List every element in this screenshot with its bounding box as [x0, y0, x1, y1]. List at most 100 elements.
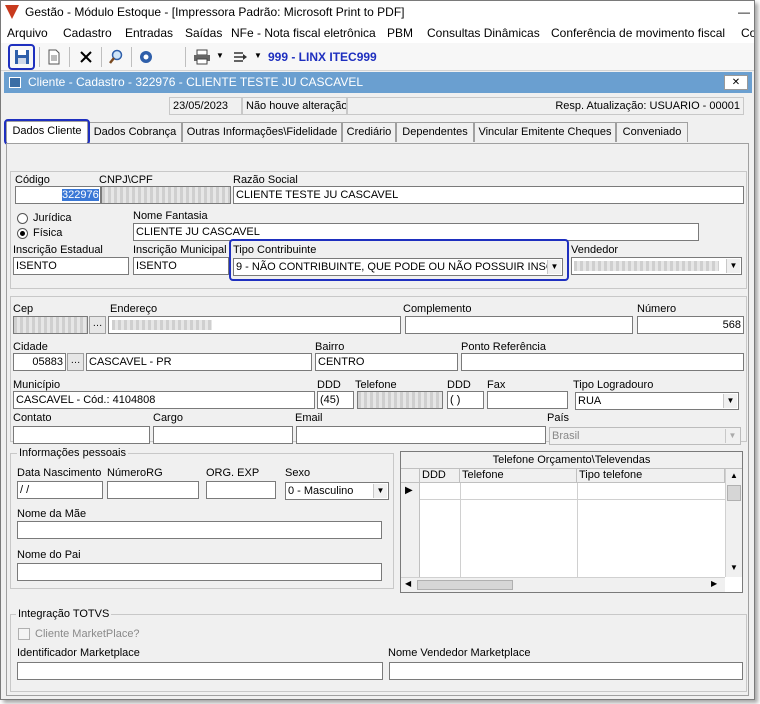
ponto-referencia-field[interactable] [461, 353, 744, 371]
minimize-button[interactable]: — [738, 1, 750, 23]
ddd-field[interactable]: (45) [317, 391, 354, 409]
nascimento-field[interactable]: / / [17, 481, 103, 499]
endereco-label: Endereço [110, 303, 158, 315]
bairro-field[interactable]: CENTRO [315, 353, 458, 371]
im-field[interactable]: ISENTO [133, 257, 229, 275]
nome-vendedor-field[interactable] [389, 662, 743, 680]
chevron-down-icon[interactable]: ▼ [726, 259, 740, 273]
scroll-up-icon[interactable]: ▲ [730, 471, 738, 480]
cep-lookup-button[interactable]: … [89, 316, 106, 334]
chevron-down-icon[interactable]: ▼ [723, 394, 737, 408]
tab-crediario[interactable]: Crediário [342, 122, 396, 142]
codigo-field[interactable]: 322976 [15, 186, 101, 204]
export-button[interactable] [229, 46, 251, 68]
rg-label: NúmeroRG [107, 467, 163, 479]
codigo-value: 322976 [62, 189, 99, 201]
mae-field[interactable] [17, 521, 382, 539]
cargo-field[interactable] [153, 426, 293, 444]
rg-field[interactable] [107, 481, 199, 499]
cnpj-field[interactable] [101, 186, 231, 204]
child-window-titlebar: Cliente - Cadastro - 322976 - CLIENTE TE… [4, 72, 752, 93]
close-icon: ✕ [731, 77, 741, 88]
grid-header-ddd[interactable]: DDD [420, 469, 460, 483]
cep-field[interactable] [13, 316, 88, 334]
print-dropdown-icon[interactable]: ▼ [216, 51, 224, 60]
fax-field[interactable] [487, 391, 568, 409]
fisica-radio[interactable] [17, 228, 28, 239]
tab-dados-cobranca[interactable]: Dados Cobrança [88, 122, 182, 142]
ie-field[interactable]: ISENTO [13, 257, 129, 275]
grid-header-tipo[interactable]: Tipo telefone [577, 469, 725, 483]
printer-icon [194, 49, 210, 65]
search-button[interactable] [105, 46, 127, 68]
gear-icon [140, 51, 152, 63]
tab-strip: Dados Cliente Dados Cobrança Outras Info… [4, 119, 749, 145]
org-exp-label: ORG. EXP [206, 467, 260, 479]
tab-outras-informacoes[interactable]: Outras Informações\Fidelidade [182, 122, 342, 142]
email-field[interactable] [296, 426, 546, 444]
sexo-select[interactable]: 0 - Masculino ▼ [285, 482, 389, 500]
menu-conferencia[interactable]: Conferência de movimento fiscal [551, 23, 725, 43]
menu-entradas[interactable]: Entradas [125, 23, 173, 43]
menu-consultas[interactable]: Consultas Dinâmicas [427, 23, 540, 43]
endereco-field[interactable] [108, 316, 401, 334]
contato-field[interactable] [13, 426, 150, 444]
grid-vertical-scrollbar[interactable]: ▲ ▼ [725, 469, 742, 577]
identificador-label: Identificador Marketplace [17, 647, 140, 659]
grid-horizontal-scrollbar[interactable]: ◀ ▶ [401, 577, 725, 592]
status-change: Não houve alteração [242, 97, 347, 115]
scroll-thumb[interactable] [727, 485, 741, 501]
numero-field[interactable]: 568 [637, 316, 744, 334]
tipo-logradouro-select[interactable]: RUA ▼ [575, 392, 739, 410]
marketplace-checkbox[interactable] [18, 628, 30, 640]
export-dropdown-icon[interactable]: ▼ [254, 51, 262, 60]
menu-nfe[interactable]: NFe - Nota fiscal eletrônica [231, 23, 376, 43]
complemento-label: Complemento [403, 303, 472, 315]
chevron-down-icon[interactable]: ▼ [725, 429, 739, 443]
toolbar-separator [185, 47, 186, 67]
scroll-left-icon[interactable]: ◀ [405, 579, 411, 588]
tab-dependentes[interactable]: Dependentes [396, 122, 474, 142]
cargo-label: Cargo [153, 412, 183, 424]
telefone-grid-title: Telefone Orçamento\Televendas [401, 452, 742, 469]
tab-conveniado[interactable]: Conveniado [616, 122, 688, 142]
vendedor-select[interactable]: ▼ [571, 257, 742, 275]
scroll-right-icon[interactable]: ▶ [711, 579, 717, 588]
menu-arquivo[interactable]: Arquivo [7, 23, 48, 43]
scroll-down-icon[interactable]: ▼ [730, 563, 738, 572]
menu-more[interactable]: Co [741, 23, 754, 43]
cidade-code-field[interactable]: 05883 [13, 353, 66, 371]
org-exp-field[interactable] [206, 481, 276, 499]
cep-label: Cep [13, 303, 34, 315]
complemento-field[interactable] [405, 316, 633, 334]
identificador-field[interactable] [17, 662, 383, 680]
hscroll-thumb[interactable] [417, 580, 513, 590]
row-indicator-icon: ▶ [405, 485, 413, 496]
pais-select[interactable]: Brasil ▼ [549, 427, 741, 445]
chevron-down-icon[interactable]: ▼ [373, 484, 387, 498]
grid-indicator-header [401, 469, 420, 483]
razao-field[interactable]: CLIENTE TESTE JU CASCAVEL [233, 186, 744, 204]
search-icon [109, 49, 123, 64]
tab-vincular-emitente[interactable]: Vincular Emitente Cheques [474, 122, 616, 142]
print-button[interactable] [191, 46, 213, 68]
new-button[interactable] [43, 46, 65, 68]
cidade-lookup-button[interactable]: … [67, 353, 84, 371]
new-doc-icon [48, 49, 60, 65]
ddd2-field[interactable]: ( ) [447, 391, 484, 409]
menu-cadastro[interactable]: Cadastro [63, 23, 112, 43]
juridica-radio[interactable] [17, 213, 28, 224]
sexo-label: Sexo [285, 467, 311, 479]
municipio-field[interactable]: CASCAVEL - Cód.: 4104808 [13, 391, 315, 409]
telefone-grid[interactable]: Telefone Orçamento\Televendas DDD Telefo… [400, 451, 743, 593]
settings-button[interactable] [135, 46, 157, 68]
telefone-field[interactable] [357, 391, 443, 409]
delete-button[interactable] [75, 46, 97, 68]
app-logo-icon [5, 5, 19, 19]
menu-pbm[interactable]: PBM [387, 23, 413, 43]
menu-saidas[interactable]: Saídas [185, 23, 222, 43]
close-button[interactable]: ✕ [724, 75, 748, 90]
cidade-name-field[interactable]: CASCAVEL - PR [86, 353, 312, 371]
pai-field[interactable] [17, 563, 382, 581]
grid-header-telefone[interactable]: Telefone [460, 469, 577, 483]
